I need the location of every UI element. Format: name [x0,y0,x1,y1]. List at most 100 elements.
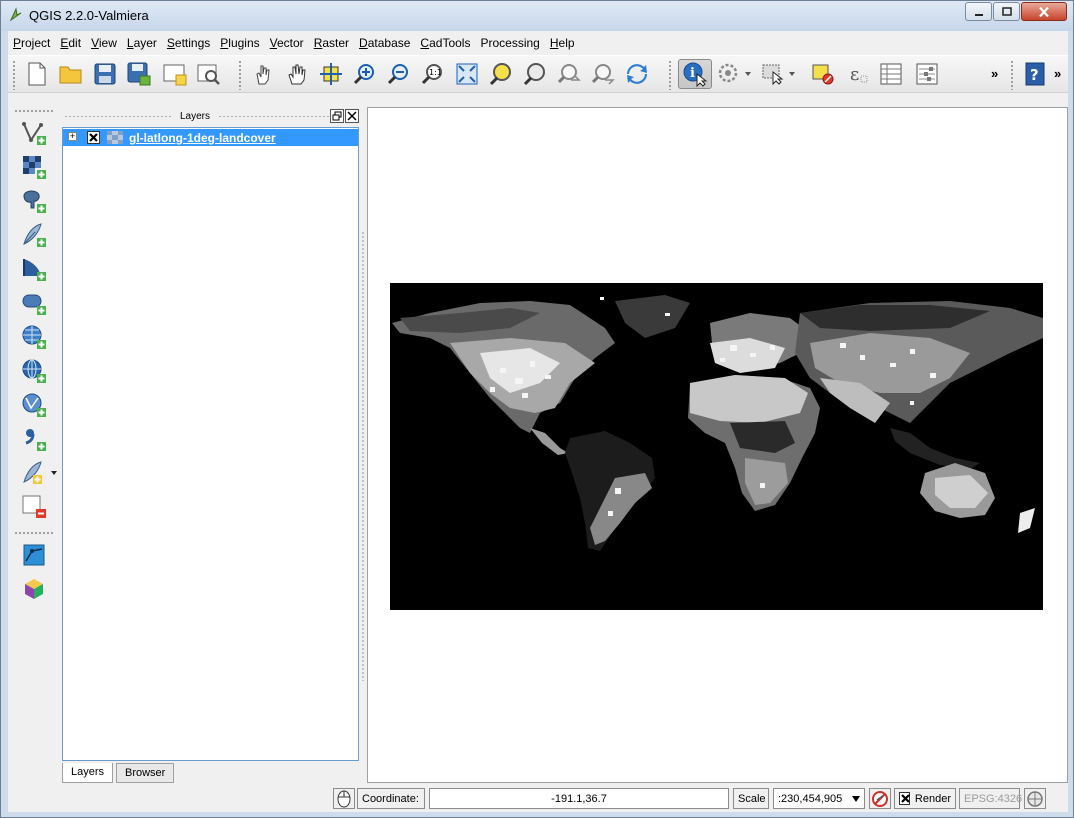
toolbar-grip[interactable] [12,60,16,90]
zoom-to-layer-button[interactable] [520,59,550,89]
pan-to-selection-button[interactable] [316,59,346,89]
add-raster-layer-button[interactable] [20,153,48,181]
zoom-to-selection-button[interactable] [486,59,516,89]
pan-map-button[interactable] [282,59,312,89]
layer-name[interactable]: gl-latlong-1deg-landcover [129,131,276,145]
zoom-full-icon [456,63,478,85]
layer-item[interactable]: + gl-latlong-1deg-landcover [63,129,358,146]
menu-raster[interactable]: Raster [309,33,354,53]
menu-vector[interactable]: Vector [265,33,309,53]
zoom-last-button[interactable] [554,59,584,89]
menu-edit[interactable]: Edit [55,33,86,53]
open-project-button[interactable] [56,59,86,89]
landcover-raster [390,283,1043,610]
globe-icon [1027,790,1043,807]
add-oracle-layer-button[interactable] [20,289,48,317]
stop-render-button[interactable] [869,788,891,809]
toolbar-overflow-button[interactable]: » [991,66,998,81]
whats-this-help-button[interactable]: ? [1020,59,1050,89]
add-wfs-layer-button[interactable] [20,391,48,419]
expand-layer-button[interactable]: + [68,132,77,141]
new-print-composer-button[interactable] [160,59,190,89]
zoom-out-button[interactable] [384,59,414,89]
georeferencer-button[interactable] [20,541,48,569]
render-checkbox-group[interactable]: Render [894,788,956,809]
menu-plugins[interactable]: Plugins [215,33,264,53]
statistical-summary-button[interactable] [912,59,942,89]
render-checkbox[interactable] [899,792,910,805]
coordinate-label: Coordinate: [357,788,425,809]
touch-zoom-pan-button[interactable] [248,59,278,89]
remove-layer-button[interactable] [20,493,48,521]
layers-panel-titlebar: Layers [60,107,360,125]
zoom-next-button[interactable] [588,59,618,89]
maximize-button[interactable] [993,2,1020,21]
menu-view[interactable]: View [86,33,122,53]
add-mssql-layer-button[interactable] [20,255,48,283]
add-wms-layer-button[interactable] [20,323,48,351]
toolbar-grip[interactable] [668,60,672,90]
identify-features-button[interactable]: i [678,59,712,89]
map-canvas[interactable] [367,107,1068,783]
add-postgis-layer-button[interactable] [20,187,48,215]
wcs-globe-icon [22,359,46,383]
minimize-button[interactable] [965,2,992,21]
coordinate-field[interactable]: -191.1,36.7 [429,788,729,809]
layers-panel-title: Layers [180,111,211,122]
float-panel-button[interactable] [330,109,344,123]
folder-icon [59,66,82,84]
open-attribute-table-button[interactable] [876,59,906,89]
select-by-area-button[interactable] [760,59,800,89]
scale-label: Scale [733,788,769,809]
toolbar-grip[interactable] [14,109,54,113]
cube-plugin-icon [25,579,43,599]
deselect-all-button[interactable] [808,59,838,89]
zoom-native-button[interactable]: 1:1 [418,59,448,89]
new-layer-button[interactable] [20,459,60,487]
panel-tab-bar: Layers Browser [60,763,360,785]
pan-selection-icon [320,63,342,85]
menu-settings[interactable]: Settings [162,33,215,53]
plugin-cube-button[interactable] [20,575,48,603]
layer-visibility-checkbox[interactable] [87,131,100,144]
save-as-button[interactable] [124,59,154,89]
zoom-in-button[interactable] [350,59,380,89]
crs-globe-button[interactable] [1024,788,1046,809]
new-project-button[interactable] [22,59,52,89]
composer-manager-button[interactable] [194,59,224,89]
tab-browser[interactable]: Browser [116,763,175,783]
menu-layer[interactable]: Layer [122,33,162,53]
composer-manager-icon [197,64,220,85]
chevron-down-icon [852,796,860,802]
add-delimited-text-layer-button[interactable] [20,425,48,453]
svg-text:i: i [690,66,695,81]
close-panel-button[interactable] [345,109,359,123]
toolbar-grip[interactable] [14,531,54,535]
close-window-button[interactable] [1021,2,1067,21]
qgis-window: QGIS 2.2.0-Valmiera Project Edit View La… [0,0,1074,818]
crs-status-button[interactable]: EPSG:4326 [959,788,1022,809]
refresh-button[interactable] [622,59,652,89]
menu-help[interactable]: Help [545,33,580,53]
toolbar-grip[interactable] [238,60,242,90]
select-features-button[interactable] [716,59,756,89]
add-wcs-layer-button[interactable] [20,357,48,385]
layer-tree[interactable]: + gl-latlong-1deg-landcover [62,127,359,761]
toolbar-grip[interactable] [1010,60,1014,90]
close-icon [347,111,357,121]
menu-processing[interactable]: Processing [475,33,544,53]
add-spatialite-layer-button[interactable] [20,221,48,249]
menu-database[interactable]: Database [354,33,415,53]
save-project-button[interactable] [90,59,120,89]
zoom-native-resolution-icon: 1:1 [421,64,442,85]
menu-project[interactable]: Project [8,33,55,53]
menu-cadtools[interactable]: CadTools [415,33,475,53]
tab-layers[interactable]: Layers [62,763,114,783]
toolbar-overflow-button-2[interactable]: » [1054,66,1061,81]
zoom-full-button[interactable] [452,59,482,89]
toggle-extents-button[interactable] [333,788,355,809]
scale-combobox[interactable]: :230,454,905 [773,788,865,809]
add-vector-layer-button[interactable] [20,119,48,147]
panel-splitter[interactable] [361,231,365,681]
field-calculator-button[interactable]: ε [842,59,872,89]
